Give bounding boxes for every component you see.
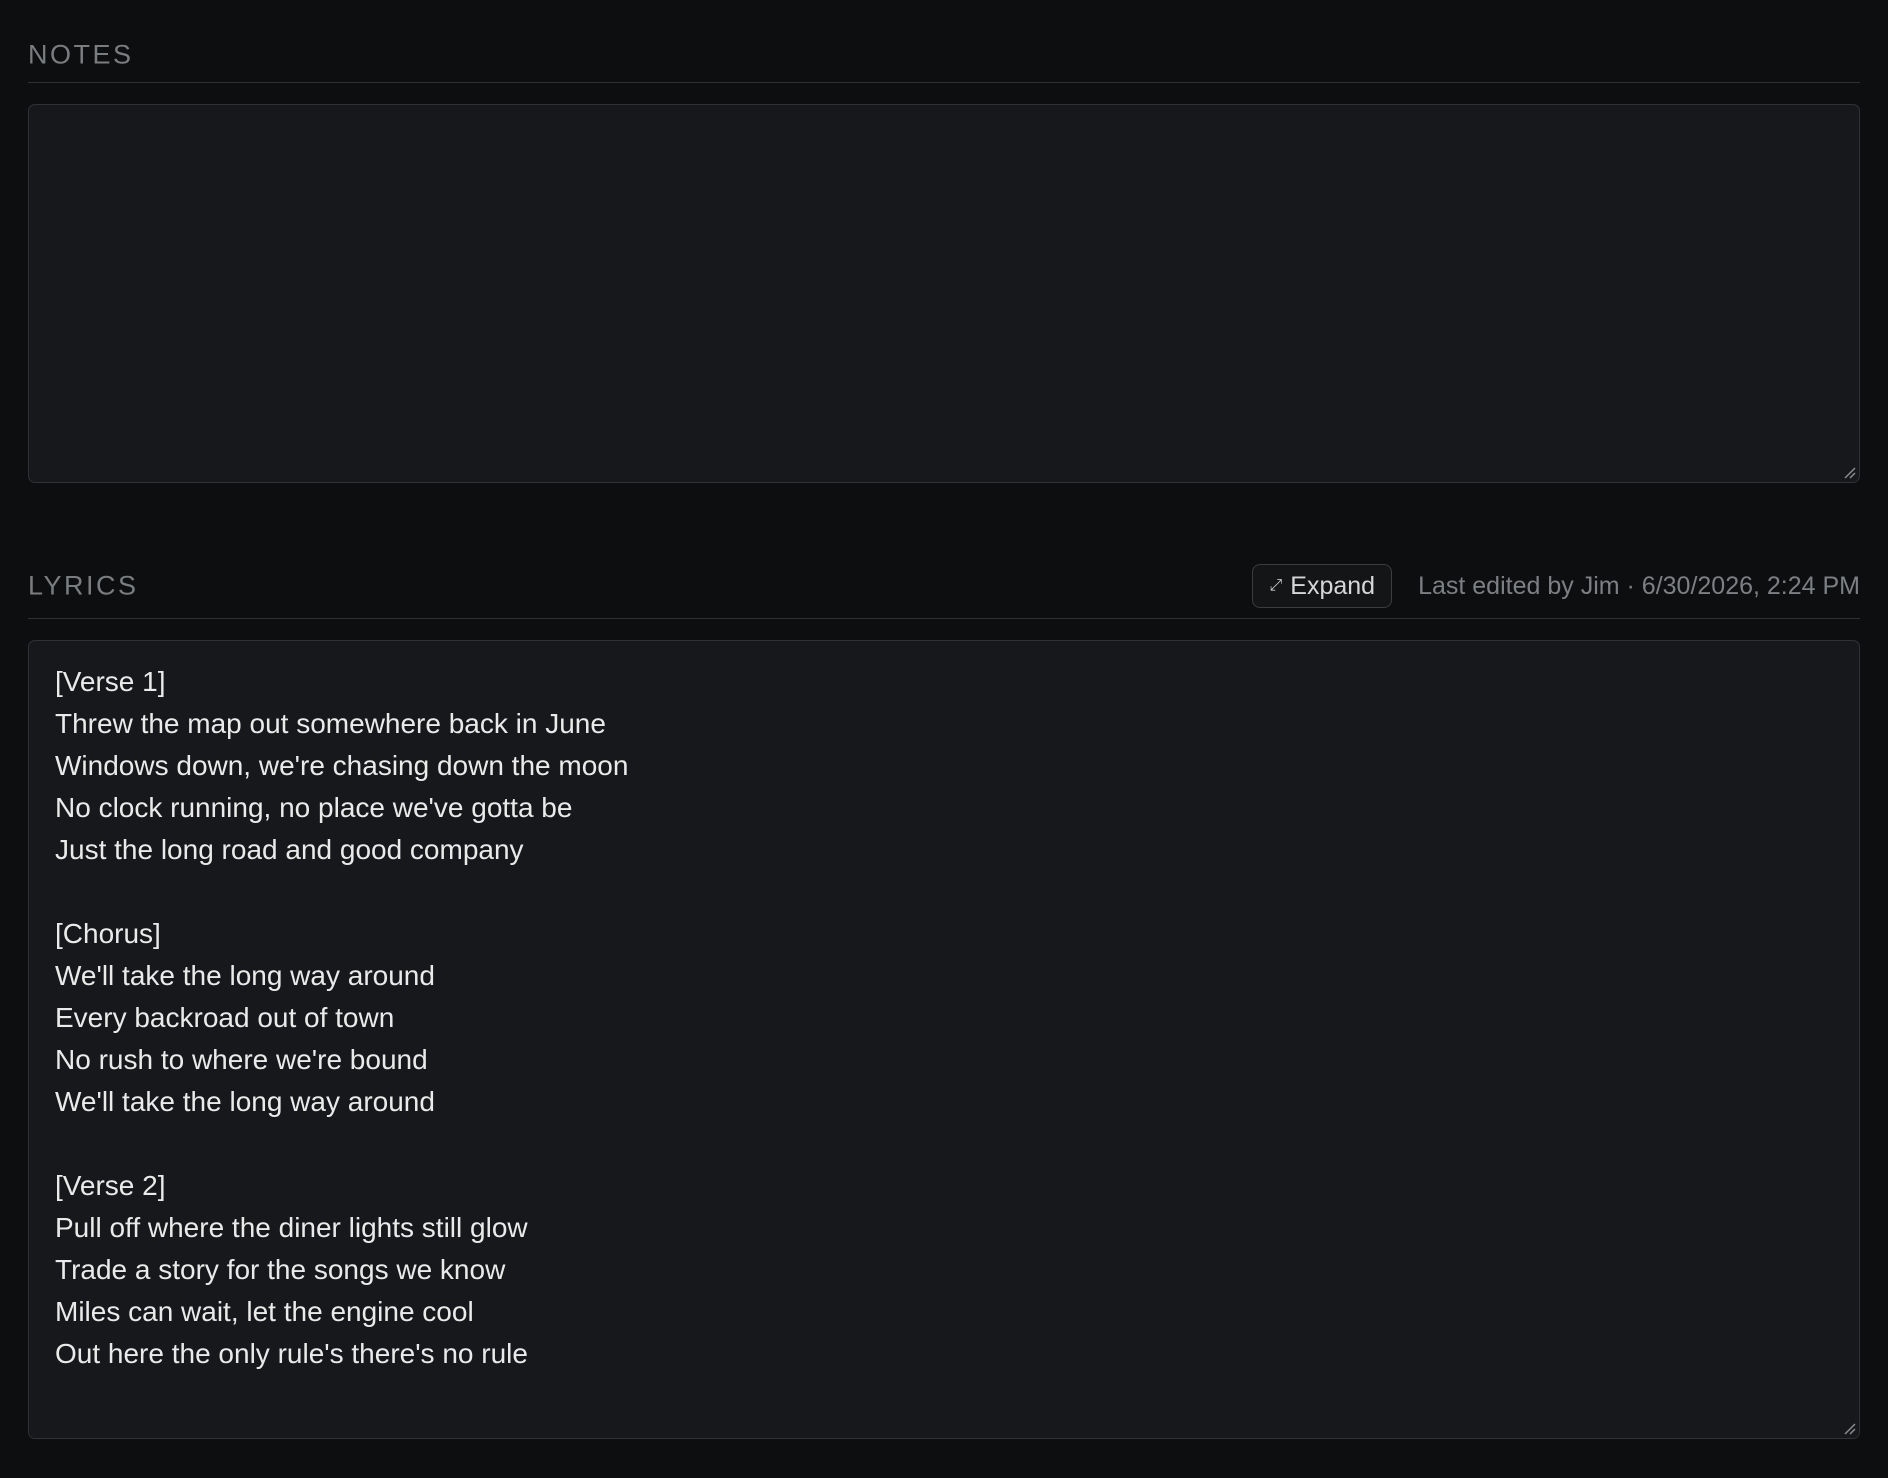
lyric-line: [Verse 1] bbox=[55, 666, 166, 697]
lyrics-header-actions: ⤢ Expand Last edited by Jim · 6/30/2026,… bbox=[1252, 564, 1860, 608]
lyric-line: Pull off where the diner lights still gl… bbox=[55, 1212, 528, 1243]
lyrics-section: LYRICS ⤢ Expand Last edited by Jim · 6/3… bbox=[28, 554, 1860, 1439]
lyric-line: We'll take the long way around bbox=[55, 1086, 435, 1117]
lyrics-title: LYRICS bbox=[28, 570, 139, 601]
notes-header: NOTES bbox=[28, 28, 1860, 83]
lyric-line: No rush to where we're bound bbox=[55, 1044, 428, 1075]
expand-button[interactable]: ⤢ Expand bbox=[1252, 564, 1393, 608]
expand-arrows-icon: ⤢ bbox=[1269, 577, 1283, 594]
lyric-line bbox=[55, 1123, 1833, 1165]
lyric-line: Every backroad out of town bbox=[55, 1002, 395, 1033]
lyric-line bbox=[55, 871, 1833, 913]
lyric-line: Miles can wait, let the engine cool bbox=[55, 1296, 474, 1327]
lyric-line: [Verse 2] bbox=[55, 1170, 166, 1201]
lyric-line: [Chorus] bbox=[55, 918, 161, 949]
lyric-line: Windows down, we're chasing down the moo… bbox=[55, 750, 629, 781]
expand-label: Expand bbox=[1290, 571, 1376, 600]
lyrics-text: [Verse 1] Threw the map out somewhere bac… bbox=[55, 661, 1833, 1375]
resize-handle-icon[interactable] bbox=[1842, 465, 1856, 479]
notes-textarea[interactable] bbox=[28, 104, 1860, 483]
notes-section: NOTES bbox=[28, 28, 1860, 483]
lyric-line: Just the long road and good company bbox=[55, 834, 524, 865]
lyrics-textarea[interactable]: [Verse 1] Threw the map out somewhere bac… bbox=[28, 640, 1860, 1439]
resize-handle-icon[interactable] bbox=[1842, 1421, 1856, 1435]
notes-title: NOTES bbox=[28, 39, 134, 70]
lyric-line: No clock running, no place we've gotta b… bbox=[55, 792, 573, 823]
last-edited-status: Last edited by Jim · 6/30/2026, 2:24 PM bbox=[1418, 571, 1860, 600]
lyric-line: Out here the only rule's there's no rule bbox=[55, 1338, 528, 1369]
lyric-line: Trade a story for the songs we know bbox=[55, 1254, 506, 1285]
lyric-line: Threw the map out somewhere back in June bbox=[55, 708, 606, 739]
lyric-line: We'll take the long way around bbox=[55, 960, 435, 991]
lyrics-header: LYRICS ⤢ Expand Last edited by Jim · 6/3… bbox=[28, 554, 1860, 619]
